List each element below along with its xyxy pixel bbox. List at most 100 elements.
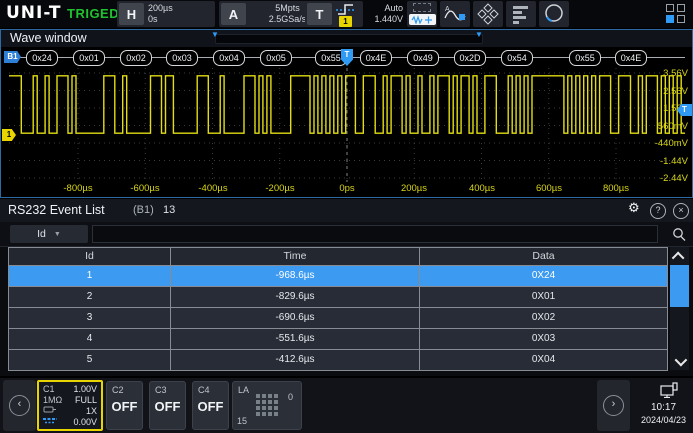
la-channel-dot	[262, 406, 266, 410]
la-high-index: 0	[288, 392, 293, 402]
zoom-region-icon	[413, 3, 431, 12]
xy-diamonds-icon	[477, 3, 499, 25]
la-channel-dot	[262, 394, 266, 398]
histogram-button[interactable]	[506, 1, 536, 27]
trigger-level: 1.440V	[349, 14, 403, 25]
event-table-header: IdTimeData	[8, 247, 668, 266]
channel2-tile[interactable]: C2 OFF	[106, 381, 143, 430]
column-header[interactable]: Id	[8, 247, 171, 266]
ch3-name: C3	[155, 385, 167, 395]
event-table-cell: 2	[8, 287, 171, 308]
time-axis-label: 400µs	[469, 183, 495, 194]
la-channel-dot	[274, 412, 278, 416]
event-list-title: RS232 Event List	[8, 203, 105, 217]
la-low-index: 15	[237, 416, 247, 426]
bus-decode-value: 0x24	[26, 50, 58, 66]
time-axis-label: 800µs	[603, 183, 629, 194]
bus-decode-value: 0x02	[120, 50, 152, 66]
event-table-scrollbar[interactable]	[670, 247, 689, 370]
la-channel-dot	[256, 412, 260, 416]
search-button[interactable]	[669, 225, 689, 243]
histogram-icon	[511, 4, 531, 24]
event-table-row[interactable]: 1-968.6µs0X24	[8, 266, 668, 287]
help-icon[interactable]: ?	[650, 203, 666, 219]
decode-search-button[interactable]	[407, 1, 437, 27]
event-table-row[interactable]: 2-829.6µs0X01	[8, 287, 668, 308]
time-axis-label: 600µs	[536, 183, 562, 194]
scrollbar-thumb[interactable]	[670, 265, 689, 307]
channel1-tile[interactable]: C11.00V 1MΩFULL 1X 0.00V	[37, 380, 103, 431]
event-table-cell: -968.6µs	[171, 266, 420, 287]
time-axis-label: -200µs	[265, 183, 294, 194]
bottom-channel-bar: ‹ C11.00V 1MΩFULL 1X 0.00V C2 OFF C3 OFF…	[0, 378, 693, 433]
la-channel-dot	[256, 394, 260, 398]
event-table-row[interactable]: 4-551.6µs0X03	[8, 329, 668, 350]
event-table-cell: 0X03	[420, 329, 668, 350]
scroll-down-button[interactable]	[670, 352, 689, 370]
ch1-impedance: 1MΩ	[43, 395, 62, 406]
bus-decode-value: 0x4E	[615, 50, 647, 66]
circle-measure-button[interactable]	[539, 1, 569, 27]
voltage-axis-label: 560mV	[658, 121, 688, 132]
event-list-bus: (B1)	[133, 204, 154, 216]
event-table-cell: 0X24	[420, 266, 668, 287]
column-header[interactable]: Data	[420, 247, 668, 266]
event-table-cell: 4	[8, 329, 171, 350]
scroll-left-button[interactable]: ‹	[3, 380, 36, 431]
bus-decode-value: 0x04	[213, 50, 245, 66]
event-count: 13	[163, 204, 175, 216]
monitor-usb-icon	[660, 382, 678, 398]
channel4-tile[interactable]: C4 OFF	[192, 381, 229, 430]
event-table-cell: 1	[8, 266, 171, 287]
time-axis-label: 200µs	[401, 183, 427, 194]
event-table-cell: -551.6µs	[171, 329, 420, 350]
chevron-down-icon: ▼	[54, 231, 61, 238]
time-axis-label: -600µs	[130, 183, 159, 194]
event-table-row[interactable]: 3-690.6µs0X02	[8, 308, 668, 329]
brand-logo: UNI-T	[6, 3, 62, 23]
chevron-up-icon	[672, 251, 685, 264]
voltage-axis-label: 2.56V	[663, 86, 688, 97]
layout-square-icon	[677, 4, 685, 12]
bus-decode-value: 0x01	[73, 50, 105, 66]
event-search-input[interactable]	[92, 225, 658, 243]
event-table-cell: -412.6µs	[171, 350, 420, 371]
ch1-bandwidth: FULL	[75, 395, 97, 406]
clock-block[interactable]: 10:17 2024/04/23	[634, 378, 693, 433]
ch1-scale: 1.00V	[73, 384, 97, 395]
column-header[interactable]: Time	[171, 247, 420, 266]
layout-square-icon	[666, 4, 674, 12]
horizontal-settings-button[interactable]: H 200µs 0s	[117, 1, 215, 27]
scroll-up-button[interactable]	[670, 247, 689, 265]
la-channel-dot	[256, 406, 260, 410]
decode-active-icon	[409, 14, 436, 25]
bus-decode-value: 0x54	[501, 50, 533, 66]
trigger-mode-level: Auto 1.440V	[349, 3, 403, 25]
la-channel-dot	[274, 400, 278, 404]
close-icon[interactable]: ×	[673, 203, 689, 219]
xy-mode-button[interactable]	[473, 1, 503, 27]
timebase-offset: 0s	[148, 14, 173, 25]
layout-square-active-icon	[666, 15, 674, 23]
scroll-right-button[interactable]: ›	[597, 380, 630, 431]
bus-decode-value: 0x49	[407, 50, 439, 66]
gear-icon[interactable]: ⚙	[628, 201, 640, 216]
filter-field-value: Id	[37, 228, 46, 240]
event-table-cell: 0X01	[420, 287, 668, 308]
ch3-state: OFF	[150, 399, 185, 414]
logic-analyzer-tile[interactable]: LA 0 15	[232, 381, 302, 430]
event-table-row[interactable]: 5-412.6µs0X04	[8, 350, 668, 371]
math-wave-button[interactable]: A	[440, 1, 470, 27]
voltage-axis-label: -2.44V	[660, 173, 688, 184]
voltage-axis-label: 3.56V	[663, 68, 688, 79]
event-table-cell: 0X04	[420, 350, 668, 371]
time-axis-label: -800µs	[63, 183, 92, 194]
ch4-name: C4	[198, 385, 210, 395]
filter-field-dropdown[interactable]: Id ▼	[10, 225, 88, 243]
event-filter-row: Id ▼	[0, 222, 693, 247]
la-channel-dot	[268, 412, 272, 416]
bus-decode-value: 0x05	[260, 50, 292, 66]
channel3-tile[interactable]: C3 OFF	[149, 381, 186, 430]
window-layout-button[interactable]	[666, 4, 687, 25]
magnifier-icon	[672, 227, 686, 241]
